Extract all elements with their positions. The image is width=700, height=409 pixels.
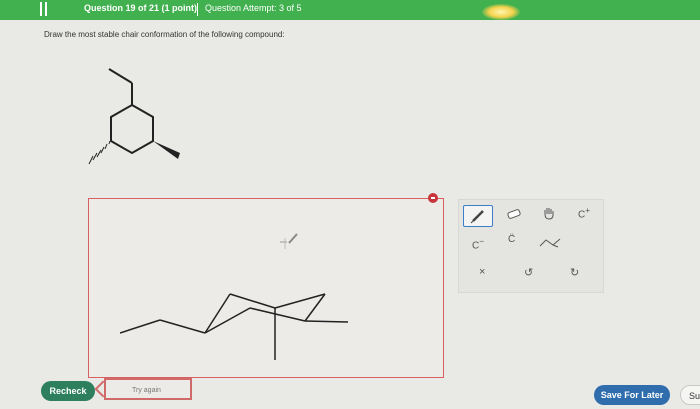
clear-canvas-button[interactable]: [428, 193, 438, 203]
delete-tool-button[interactable]: ×: [479, 266, 485, 278]
chair-conformation-drawing: [120, 293, 349, 360]
carbocation-charge: +: [585, 205, 591, 215]
redo-button[interactable]: ↻: [570, 266, 579, 279]
menu-icon[interactable]: [40, 2, 47, 16]
lone-pair-tool-button[interactable]: C̈: [508, 234, 515, 245]
header-divider: [197, 3, 198, 16]
eraser-icon: [507, 209, 521, 219]
save-for-later-button[interactable]: Save For Later: [594, 385, 670, 405]
question-prompt: Draw the most stable chair conformation …: [44, 30, 285, 39]
hand-icon: [544, 208, 554, 220]
chain-tool-button[interactable]: [538, 236, 564, 252]
carbocation-tool-button[interactable]: C+: [578, 205, 590, 220]
try-again-message: Try again: [104, 378, 192, 400]
hand-tool-button[interactable]: [542, 206, 556, 220]
eraser-tool-button[interactable]: [506, 207, 522, 221]
undo-button[interactable]: ↺: [524, 266, 533, 279]
pencil-icon: [470, 210, 484, 224]
chain-icon: [539, 238, 561, 248]
submit-button[interactable]: Su: [680, 385, 700, 405]
light-glare: [482, 4, 520, 20]
pencil-cursor-icon: [280, 233, 298, 249]
carbanion-tool-button[interactable]: C−: [472, 236, 484, 251]
question-attempt: Question Attempt: 3 of 5: [205, 3, 302, 13]
carbanion-charge: −: [479, 236, 485, 246]
question-number: Question 19 of 21 (1 point): [84, 3, 198, 13]
compound-structure: [88, 68, 180, 165]
recheck-button[interactable]: Recheck: [41, 381, 95, 401]
pen-tool-button[interactable]: [463, 205, 493, 227]
